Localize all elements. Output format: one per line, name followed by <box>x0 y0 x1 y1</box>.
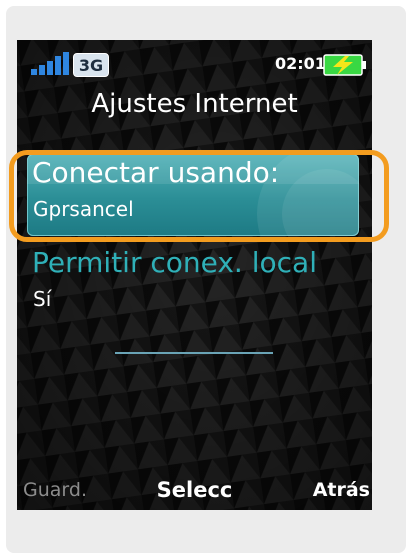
network-type-badge: 3G <box>73 53 109 77</box>
softkey-back[interactable]: Atrás <box>313 478 370 502</box>
list-divider <box>115 352 273 354</box>
softkey-bar: Guard. Selecc Atrás <box>17 472 372 508</box>
status-bar: 3G 02:01 <box>17 40 372 84</box>
setting-allow-local-connection[interactable]: Permitir conex. local Sí <box>27 246 359 318</box>
signal-bars-icon <box>31 52 69 75</box>
setting-value: Sí <box>33 287 52 311</box>
screen-title: Ajustes Internet <box>91 89 298 119</box>
phone-screen: 3G 02:01 Ajustes Internet Conectar usand… <box>17 40 372 510</box>
clock: 02:01 <box>275 54 326 73</box>
setting-label: Permitir conex. local <box>32 246 317 279</box>
battery-charging-icon <box>323 54 366 76</box>
highlight-annotation-ring <box>9 150 389 242</box>
